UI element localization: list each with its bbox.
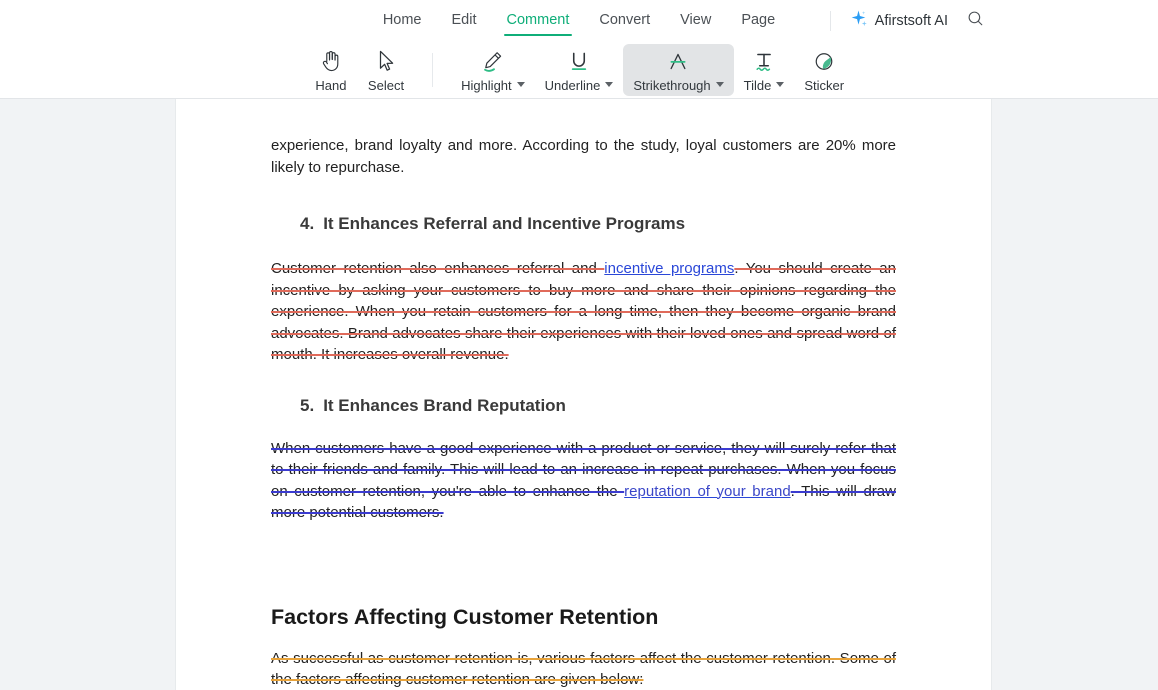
underline-icon <box>567 48 591 75</box>
tool-select[interactable]: Select <box>358 44 414 96</box>
chevron-down-icon[interactable] <box>715 82 724 87</box>
menu-tab-view[interactable]: View <box>680 0 711 41</box>
tool-hand[interactable]: Hand <box>304 44 358 96</box>
annotation-toolbar: Hand Select Highlight Underline Striketh… <box>0 41 1158 98</box>
search-icon <box>967 10 984 32</box>
tool-select-label: Select <box>367 77 405 93</box>
tool-sticker-label: Sticker <box>804 77 845 93</box>
tool-highlight-label: Highlight <box>461 78 525 93</box>
section-heading-factors: Factors Affecting Customer Retention <box>271 604 659 629</box>
cursor-arrow-icon <box>376 48 396 75</box>
menu-tab-comment[interactable]: Comment <box>503 0 573 41</box>
tool-tilde[interactable]: Tilde <box>734 44 795 96</box>
menu-tab-convert[interactable]: Convert <box>599 0 650 41</box>
strikethrough-icon <box>666 48 690 75</box>
heading-item-4[interactable]: 4. It Enhances Referral and Incentive Pr… <box>271 212 896 236</box>
link-incentive-programs[interactable]: incentive programs <box>604 260 734 277</box>
heading-item-4-number: 4. <box>300 214 315 233</box>
search-button[interactable] <box>960 6 990 36</box>
menu-tab-list: Home Edit Comment Convert View Page <box>383 0 775 41</box>
menu-tab-edit[interactable]: Edit <box>452 0 477 41</box>
tool-strikethrough-label: Strikethrough <box>633 78 724 93</box>
struck-run-5: As successful as customer retention is, … <box>271 649 896 689</box>
markup-tool-group: Highlight Underline Strikethrough Tilde … <box>451 43 854 96</box>
main-menu-bar: Home Edit Comment Convert View Page Afir… <box>0 0 1158 41</box>
sticker-icon <box>812 48 836 75</box>
tool-tilde-label: Tilde <box>744 78 785 93</box>
paragraph-referral-programs[interactable]: Customer retention also enhances referra… <box>271 258 896 366</box>
heading-item-5-number: 5. <box>300 395 315 415</box>
tool-hand-label: Hand <box>315 77 347 93</box>
struck-run-1: Customer retention also enhances referra… <box>271 260 605 277</box>
chrome-divider <box>829 10 831 31</box>
link-reputation-of-your-brand[interactable]: reputation of your brand <box>624 483 791 500</box>
paragraph-intro[interactable]: experience, brand loyalty and more. Acco… <box>271 99 896 178</box>
menu-tab-home[interactable]: Home <box>383 0 422 41</box>
chevron-down-icon[interactable] <box>776 82 785 87</box>
sparkle-ai-icon <box>849 9 868 33</box>
chrome-right-controls: Afirstsoft AI <box>829 0 1158 41</box>
heading-item-4-text: It Enhances Referral and Incentive Progr… <box>323 214 686 233</box>
tool-underline[interactable]: Underline <box>535 44 624 96</box>
tool-highlight[interactable]: Highlight <box>451 44 535 96</box>
hand-icon <box>320 48 342 75</box>
heading-item-5-text: It Enhances Brand Reputation <box>323 395 566 415</box>
chevron-down-icon[interactable] <box>605 82 614 87</box>
paragraph-factors-intro[interactable]: As successful as customer retention is, … <box>271 648 896 690</box>
paragraph-brand-reputation[interactable]: When customers have a good experience wi… <box>271 438 896 524</box>
heading-item-5[interactable]: 5. It Enhances Brand Reputation <box>271 394 896 418</box>
tool-underline-label: Underline <box>545 78 614 93</box>
chevron-down-icon[interactable] <box>516 82 525 87</box>
afirstsoft-ai-label: Afirstsoft AI <box>874 12 948 29</box>
tool-strikethrough[interactable]: Strikethrough <box>623 43 734 96</box>
tool-sticker[interactable]: Sticker <box>794 44 854 96</box>
navigation-tool-group: Hand Select <box>304 44 414 96</box>
document-viewport[interactable]: experience, brand loyalty and more. Acco… <box>0 99 1158 690</box>
menu-tab-page[interactable]: Page <box>741 0 775 41</box>
tilde-icon <box>752 48 776 75</box>
highlight-pen-icon <box>480 48 505 75</box>
document-page[interactable]: experience, brand loyalty and more. Acco… <box>175 99 992 690</box>
app-toolbar-chrome: Home Edit Comment Convert View Page Afir… <box>0 0 1158 99</box>
toolbar-divider <box>432 52 434 87</box>
afirstsoft-ai-button[interactable]: Afirstsoft AI <box>845 6 952 36</box>
